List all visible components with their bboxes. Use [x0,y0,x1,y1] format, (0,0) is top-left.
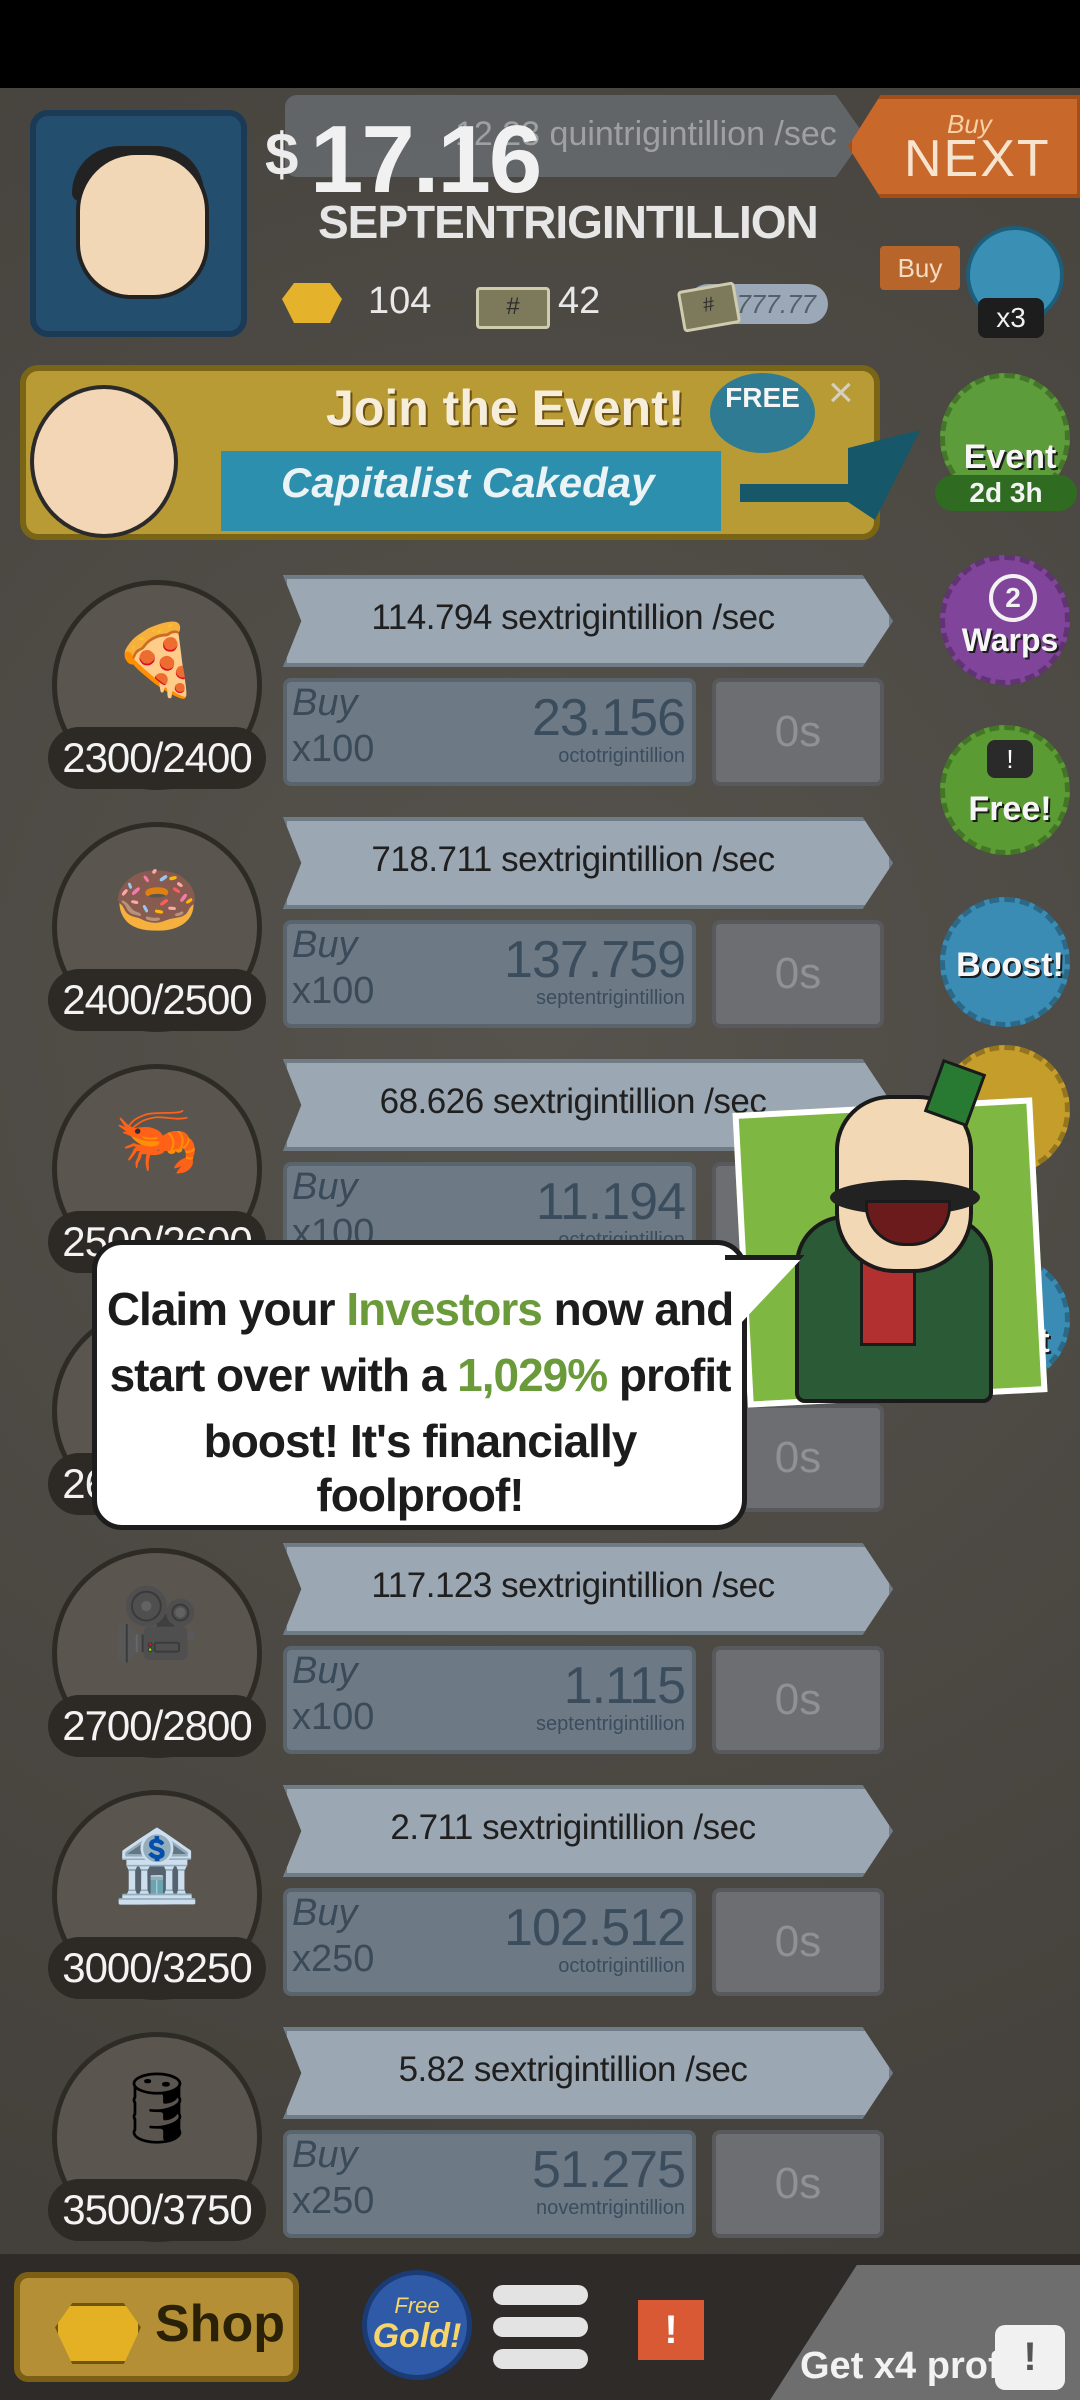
buy-cost: 1.115 [563,1657,686,1715]
free-label: Free! [968,790,1052,828]
buy-multiplier: x100 [292,1696,375,1738]
camera-multiplier-button[interactable]: x3 [963,226,1064,338]
camera-multiplier: x3 [978,298,1044,338]
buy-next-label: NEXT [904,130,1051,188]
status-bar [0,0,1080,88]
free-gold-label-1: Free [394,2293,440,2318]
event-button-label: Event [963,438,1057,476]
buy-cost: 51.275 [531,2141,686,2199]
income-label: 5.82 sextrigintillion /sec [398,2050,748,2089]
timer-button[interactable]: 0s [712,920,884,1028]
speech-line-1: Claim your Investors now and [100,1282,740,1336]
free-gold-button[interactable]: Free Gold! [362,2270,472,2380]
buy-multiplier: x100 [292,728,375,770]
shop-label: Shop [155,2295,285,2353]
speech-highlight-percent: 1,029% [457,1349,608,1401]
buy-word: Buy [292,1892,358,1934]
event-title: Join the Event! [326,380,685,436]
buy-next-button[interactable]: Buy NEXT [848,95,1080,198]
buy-word: Buy [292,1650,358,1692]
free-gold-label-2: Gold! [372,2317,462,2355]
business-count: 3500/3750 [48,2179,266,2241]
warps-count: 2 [989,574,1037,622]
ticket-icon: # [476,287,550,329]
event-character-icon [30,385,178,538]
buy-tag[interactable]: Buy [880,246,960,290]
buy-cost: 11.194 [535,1173,686,1231]
buy-word: Buy [292,2134,358,2176]
menu-icon[interactable] [493,2285,588,2373]
free-button[interactable]: ! Free! [940,725,1070,855]
timer-button[interactable]: 0s [712,678,884,786]
tv-icon: ! [987,740,1033,778]
speech-line-2: start over with a 1,029% profit [100,1348,740,1402]
income-label: 117.123 sextrigintillion /sec [371,1566,775,1605]
event-timer: 2d 3h [935,475,1077,511]
income-label: 718.711 sextrigintillion /sec [371,840,775,879]
buy-multiplier: x250 [292,2180,375,2222]
buy-cost-unit: septentrigintillion [536,1713,685,1735]
business-count: 2700/2800 [48,1695,266,1757]
buy-cost: 102.512 [504,1899,686,1957]
buy-word: Buy [292,682,358,724]
player-avatar[interactable] [30,110,247,337]
timer-button[interactable]: 0s [712,1888,884,1996]
speech-text: start over with a [109,1349,458,1401]
income-label: 2.711 sextrigintillion /sec [390,1808,756,1847]
speech-text: now and [541,1283,735,1335]
money-symbol: $ [265,121,299,188]
event-free-badge: FREE [710,373,815,453]
tv-icon: ! [995,2325,1065,2390]
pizza-icon: 🍕 [113,621,201,699]
boost-button[interactable]: Boost! [940,897,1070,1027]
business-count: 2300/2400 [48,727,266,789]
business-count: 3000/3250 [48,1937,266,1999]
buy-cost-unit: octotrigintillion [558,1955,685,1977]
money-unit: SEPTENTRIGINTILLION [318,196,819,248]
gold-count: 104 [368,280,432,322]
warps-label: Warps [961,622,1059,658]
business-count: 2400/2500 [48,969,266,1031]
alert-icon[interactable]: ! [638,2300,704,2360]
gold-icon [282,283,342,323]
buy-multiplier: x100 [292,970,375,1012]
bank-icon: 🏦 [113,1827,201,1905]
speech-highlight-investors: Investors [346,1283,543,1335]
speech-line-3: boost! It's financially foolproof! [203,1415,638,1521]
buy-multiplier: x250 [292,1938,375,1980]
buy-word: Buy [292,924,358,966]
income-label: 114.794 sextrigintillion /sec [371,598,775,637]
timer-button[interactable]: 0s [712,1646,884,1754]
buy-word: Buy [292,1166,358,1208]
timer-button[interactable]: 0s [712,2130,884,2238]
buy-cost: 137.759 [504,931,686,989]
shrimp-icon: 🦐 [113,1101,201,1179]
buy-cost-unit: octotrigintillion [558,745,685,767]
warps-button[interactable]: 2 Warps [940,555,1070,685]
buy-cost-unit: septentrigintillion [536,987,685,1009]
donut-icon: 🍩 [113,861,201,939]
speech-text: profit [607,1349,732,1401]
speech-text: Claim your [106,1283,347,1335]
oil-rig-icon: 🛢 [112,2069,202,2147]
boost-label: Boost! [956,946,1064,984]
ticket-count: 42 [558,280,601,322]
movie-camera-icon: 🎥 [113,1585,201,1663]
close-icon[interactable]: × [828,368,854,418]
event-subtitle: Capitalist Cakeday [281,459,655,506]
avatar-face [76,151,209,299]
buy-cost: 23.156 [531,689,686,747]
buy-cost-unit: novemtrigintillion [536,2197,685,2219]
